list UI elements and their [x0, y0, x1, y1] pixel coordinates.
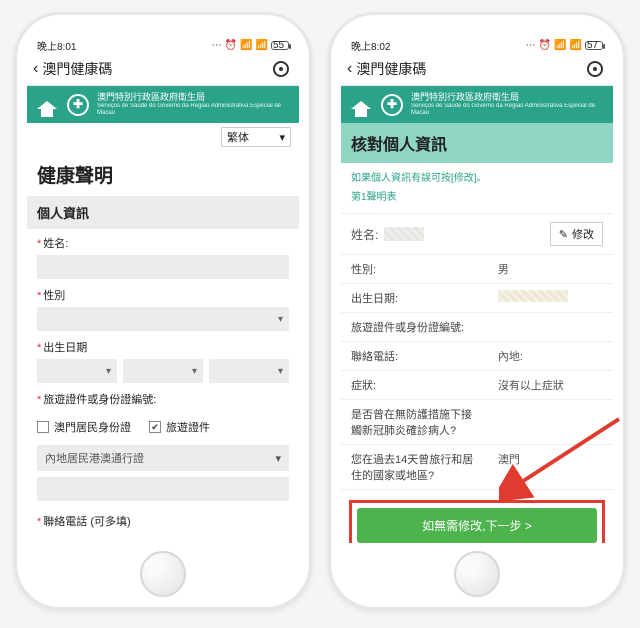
chevron-down-icon: ▾: [279, 131, 285, 144]
back-icon[interactable]: ‹: [33, 60, 38, 78]
table-row: 出生日期:: [341, 284, 613, 313]
health-badge-icon: ✚: [381, 94, 403, 116]
chevron-down-icon: ▾: [275, 452, 281, 465]
doc-number-input[interactable]: [37, 477, 289, 501]
battery-icon: 55: [271, 41, 289, 50]
table-row: 您在過去14天曾旅行和居住的國家或地區?澳門: [341, 445, 613, 490]
status-bar: 晚上8:01 ⋯ ⏰ 📶 📶 55: [27, 35, 299, 53]
info-table: 性別:男 出生日期: 旅遊證件或身份證編號: 聯絡電話:內地: 症狀:沒有以上症…: [341, 255, 613, 490]
table-row: 是否曾在無防護措施下接觸新冠肺炎確診病人?: [341, 400, 613, 445]
target-icon[interactable]: [273, 61, 289, 77]
page-title: 核對個人資訊: [341, 123, 613, 163]
table-row: 症狀:沒有以上症狀: [341, 371, 613, 400]
table-row: 聯絡電話:內地:: [341, 342, 613, 371]
dots-icon: ⋯: [212, 40, 222, 51]
screen-right: 晚上8:02 ⋯ ⏰ 📶 📶 57 ‹ 澳門健康碼 ✚: [341, 35, 613, 543]
field-name: *姓名:: [27, 229, 299, 281]
content-left: 繁体 ▾ 健康聲明 個人資訊 *姓名: *性別 ▾ *: [27, 123, 299, 543]
home-button[interactable]: [454, 551, 500, 597]
header-line1: 澳門特別行政區政府衛生局: [411, 92, 605, 103]
battery-icon: 57: [585, 41, 603, 50]
target-icon[interactable]: [587, 61, 603, 77]
alarm-icon: ⏰: [225, 40, 237, 51]
alarm-icon: ⏰: [539, 40, 551, 51]
home-icon[interactable]: [349, 93, 373, 117]
hint-block: 如果個人資訊有誤可按[修改]。 第1聲明表: [341, 163, 613, 209]
nav-title: 澳門健康碼: [356, 59, 426, 79]
name-row: 姓名: ✎ 修改: [341, 213, 613, 255]
home-button[interactable]: [140, 551, 186, 597]
back-icon[interactable]: ‹: [347, 60, 352, 78]
check-macau-id[interactable]: 澳門居民身份證: [37, 419, 131, 435]
status-icons: ⋯ ⏰ 📶 📶 55: [212, 40, 289, 51]
masked-value: [498, 290, 568, 302]
phone-left: 晚上8:01 ⋯ ⏰ 📶 📶 55 ‹ 澳門健康碼 ✚: [14, 12, 312, 610]
screen-left: 晚上8:01 ⋯ ⏰ 📶 📶 55 ‹ 澳門健康碼 ✚: [27, 35, 299, 543]
app-header: ✚ 澳門特別行政區政府衛生局 Serviços de Saúde do Gove…: [27, 86, 299, 123]
pencil-icon: ✎: [559, 228, 568, 241]
table-row: 性別:男: [341, 255, 613, 284]
field-gender: *性別 ▾: [27, 281, 299, 333]
gender-select[interactable]: ▾: [37, 307, 289, 331]
check-travel-doc[interactable]: ✔ 旅遊證件: [149, 419, 210, 435]
doc-type-select[interactable]: 內地居民港澳通行證 ▾: [37, 445, 289, 471]
content-right: 核對個人資訊 如果個人資訊有誤可按[修改]。 第1聲明表 姓名: ✎ 修改: [341, 123, 613, 543]
next-step-button[interactable]: 如無需修改,下一步 >: [357, 508, 597, 543]
birth-year-select[interactable]: ▾: [37, 359, 117, 383]
cta-highlight: 如無需修改,下一步 >: [349, 500, 605, 543]
edit-button[interactable]: ✎ 修改: [550, 222, 603, 246]
page-title: 健康聲明: [27, 151, 299, 196]
language-select[interactable]: 繁体 ▾: [221, 127, 291, 147]
header-line2: Serviços de Saúde do Governo da Região A…: [97, 103, 291, 117]
health-badge-icon: ✚: [67, 94, 89, 116]
app-header: ✚ 澳門特別行政區政府衛生局 Serviços de Saúde do Gove…: [341, 86, 613, 123]
status-time: 晚上8:01: [37, 38, 76, 53]
nav-bar: ‹ 澳門健康碼: [341, 53, 613, 86]
birth-month-select[interactable]: ▾: [123, 359, 203, 383]
dots-icon: ⋯: [526, 40, 536, 51]
wifi-icon: 📶: [256, 40, 268, 51]
table-row: 旅遊證件或身份證編號:: [341, 313, 613, 342]
signal-icon: 📶: [240, 40, 252, 51]
header-line2: Serviços de Saúde do Governo da Região A…: [411, 103, 605, 117]
status-time: 晚上8:02: [351, 38, 390, 53]
field-birth: *出生日期 ▾ ▾ ▾: [27, 333, 299, 385]
birth-day-select[interactable]: ▾: [209, 359, 289, 383]
name-input[interactable]: [37, 255, 289, 279]
masked-name: [384, 227, 424, 241]
wifi-icon: 📶: [570, 40, 582, 51]
field-doc: *旅遊證件或身份證編號:: [27, 385, 299, 413]
nav-bar: ‹ 澳門健康碼: [27, 53, 299, 86]
signal-icon: 📶: [554, 40, 566, 51]
phone-right: 晚上8:02 ⋯ ⏰ 📶 📶 57 ‹ 澳門健康碼 ✚: [328, 12, 626, 610]
nav-title: 澳門健康碼: [42, 59, 112, 79]
home-icon[interactable]: [35, 93, 59, 117]
section-personal-info: 個人資訊: [27, 196, 299, 229]
status-bar: 晚上8:02 ⋯ ⏰ 📶 📶 57: [341, 35, 613, 53]
status-icons: ⋯ ⏰ 📶 📶 57: [526, 40, 603, 51]
header-line1: 澳門特別行政區政府衛生局: [97, 92, 291, 103]
field-phone: *聯絡電話 (可多填): [27, 507, 299, 535]
